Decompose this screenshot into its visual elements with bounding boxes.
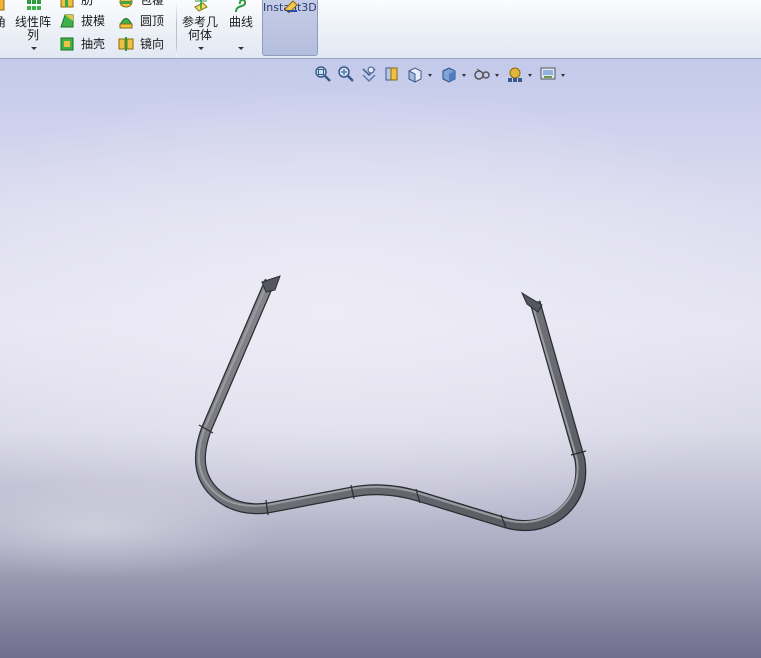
- rod-body: [196, 279, 586, 530]
- bent-rod-part[interactable]: [0, 0, 761, 658]
- rod-end-left: [261, 275, 281, 293]
